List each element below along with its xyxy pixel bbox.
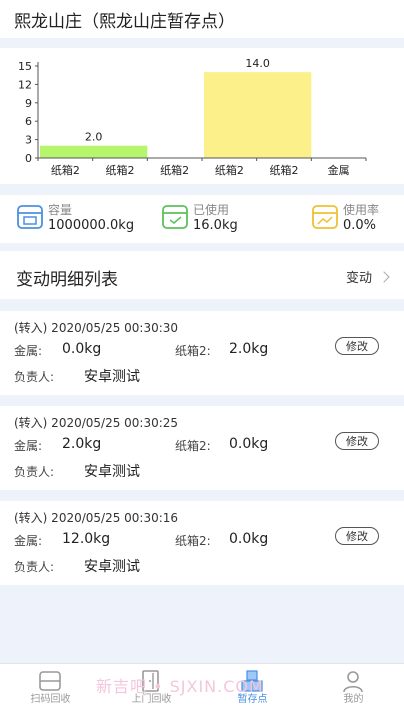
responsible-person: 安卓测试 bbox=[84, 369, 140, 385]
record-key-2: 纸箱2: bbox=[175, 344, 211, 358]
used-box-icon bbox=[162, 205, 188, 229]
y-tick-label: 0 bbox=[25, 152, 32, 165]
page-title: 熙龙山庄（熙龙山庄暂存点） bbox=[14, 12, 235, 32]
tab-label: 扫码回收 bbox=[30, 694, 71, 705]
chart-card: 0 3 6 9 12 15 2.0 14.0 纸箱2 纸箱2 纸箱2 纸箱2 纸箱2 金属 bbox=[0, 48, 404, 184]
record-value-1: 2.0kg bbox=[62, 436, 102, 452]
y-tick-label: 12 bbox=[18, 78, 32, 91]
record-card: (转入) 2020/05/25 00:30:30 金属: 0.0kg 纸箱2: … bbox=[0, 311, 404, 395]
responsible-person: 安卓测试 bbox=[84, 559, 140, 575]
x-tick-label: 纸箱2 bbox=[106, 163, 135, 177]
edit-button[interactable]: 修改 bbox=[335, 337, 379, 355]
bar-value-label: 14.0 bbox=[245, 57, 270, 70]
record-card: (转入) 2020/05/25 00:30:16 金属: 12.0kg 纸箱2:… bbox=[0, 501, 404, 585]
tab-label: 我的 bbox=[343, 694, 364, 705]
edit-button[interactable]: 修改 bbox=[335, 527, 379, 545]
section-title: 变动明细列表 bbox=[16, 270, 118, 290]
tab-storage-point[interactable]: 暂存点 bbox=[202, 664, 303, 705]
tab-mine[interactable]: 我的 bbox=[303, 664, 404, 705]
y-tick-label: 15 bbox=[18, 60, 32, 73]
edit-button[interactable]: 修改 bbox=[335, 432, 379, 450]
bar bbox=[204, 72, 312, 158]
stat-label: 已使用 bbox=[193, 203, 230, 217]
record-key-1: 金属: bbox=[14, 439, 43, 453]
record-value-2: 0.0kg bbox=[229, 436, 269, 452]
x-tick-label: 金属 bbox=[328, 163, 350, 177]
bar-value-label: 2.0 bbox=[85, 131, 103, 144]
x-tick-label: 纸箱2 bbox=[270, 163, 299, 177]
storage-capacity-icon bbox=[17, 205, 43, 229]
record-time: (转入) 2020/05/25 00:30:30 bbox=[14, 321, 179, 335]
y-tick-label: 3 bbox=[25, 134, 32, 147]
responsible-label: 负责人: bbox=[14, 370, 55, 384]
record-time: (转入) 2020/05/25 00:30:16 bbox=[14, 511, 179, 525]
responsible-label: 负责人: bbox=[14, 465, 55, 479]
tab-door-recycle[interactable]: 上门回收 bbox=[101, 664, 202, 705]
x-tick-label: 纸箱2 bbox=[215, 163, 244, 177]
record-key-2: 纸箱2: bbox=[175, 534, 211, 548]
bar-chart: 0 3 6 9 12 15 2.0 14.0 纸箱2 纸箱2 纸箱2 纸箱2 纸箱2 金属 bbox=[18, 57, 367, 177]
tab-label: 暂存点 bbox=[237, 694, 268, 705]
x-tick-label: 纸箱2 bbox=[160, 163, 189, 177]
record-key-1: 金属: bbox=[14, 534, 43, 548]
y-tick-label: 6 bbox=[25, 115, 32, 128]
bottom-tab-bar: 扫码回收 上门回收 暂存点 我的 bbox=[0, 663, 404, 705]
stat-label: 使用率 bbox=[343, 203, 380, 217]
stat-value: 16.0kg bbox=[193, 218, 238, 233]
y-tick-label: 9 bbox=[25, 97, 32, 110]
record-key-2: 纸箱2: bbox=[175, 439, 211, 453]
stat-value: 0.0% bbox=[343, 218, 377, 233]
record-value-2: 0.0kg bbox=[229, 531, 269, 547]
record-time: (转入) 2020/05/25 00:30:25 bbox=[14, 416, 179, 430]
chevron-right-icon bbox=[378, 270, 390, 283]
bar bbox=[40, 145, 148, 158]
responsible-label: 负责人: bbox=[14, 560, 55, 574]
record-value-1: 12.0kg bbox=[62, 531, 111, 547]
record-value-2: 2.0kg bbox=[229, 341, 269, 357]
record-key-1: 金属: bbox=[14, 344, 43, 358]
x-tick-label: 纸箱2 bbox=[51, 163, 80, 177]
stat-label: 容量 bbox=[48, 203, 73, 217]
record-card: (转入) 2020/05/25 00:30:25 金属: 2.0kg 纸箱2: … bbox=[0, 406, 404, 490]
responsible-person: 安卓测试 bbox=[84, 464, 140, 480]
stats-row: 容量 1000000.0kg 已使用 16.0kg 使用率 0.0% bbox=[0, 195, 404, 243]
change-filter-button[interactable]: 变动 bbox=[345, 267, 390, 286]
tab-scan-recycle[interactable]: 扫码回收 bbox=[0, 664, 101, 705]
title-bar: 熙龙山庄（熙龙山庄暂存点） bbox=[0, 0, 404, 38]
tab-label: 上门回收 bbox=[131, 694, 172, 705]
stat-value: 1000000.0kg bbox=[48, 218, 135, 233]
change-list-header: 变动明细列表 变动 bbox=[0, 251, 404, 299]
usage-rate-icon bbox=[312, 205, 338, 229]
record-value-1: 0.0kg bbox=[62, 341, 102, 357]
filter-label: 变动 bbox=[345, 271, 372, 286]
